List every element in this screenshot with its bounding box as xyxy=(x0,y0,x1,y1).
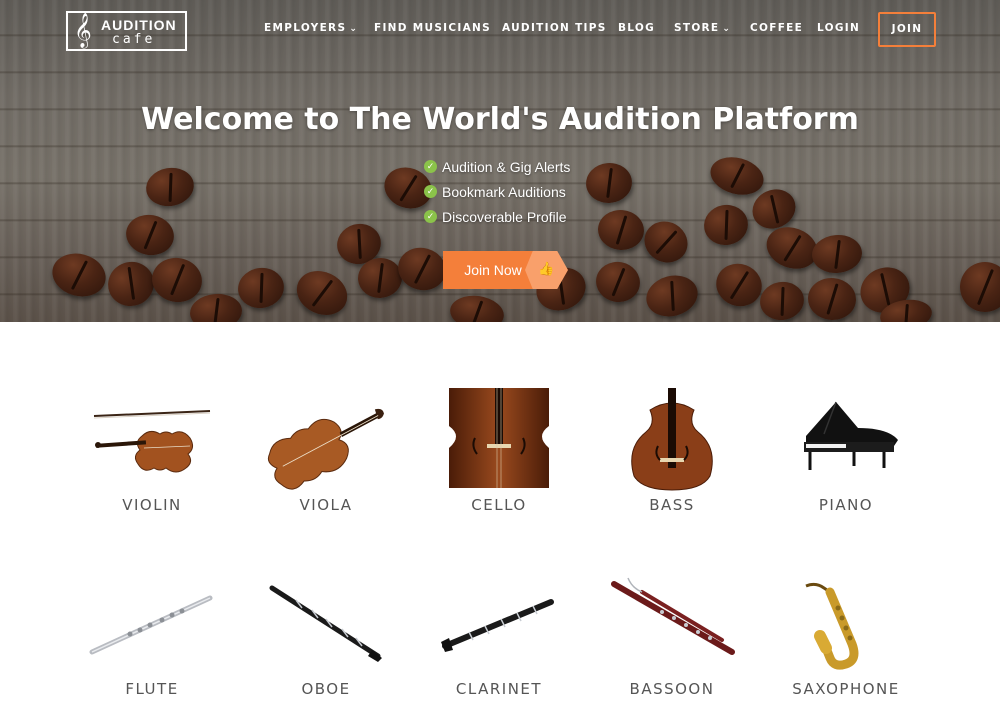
oboe-icon xyxy=(269,585,382,662)
nav-item-label: COFFEE xyxy=(750,22,804,34)
feature-list: ✓ Audition & Gig Alerts ✓ Bookmark Audit… xyxy=(424,154,570,229)
nav-item-label: LOGIN xyxy=(817,22,861,34)
feature-text: Discoverable Profile xyxy=(442,208,567,225)
grand-piano-icon xyxy=(804,401,898,470)
instrument-label: FLUTE xyxy=(125,680,179,698)
instrument-label: VIOLA xyxy=(299,496,353,514)
nav-item-find-musicians[interactable]: FIND MUSICIANS xyxy=(374,22,491,34)
main-nav: EMPLOYERS ⌄ FIND MUSICIANS AUDITION TIPS … xyxy=(0,0,1000,60)
nav-item-audition-tips[interactable]: AUDITION TIPS xyxy=(502,22,607,34)
violin-icon xyxy=(93,410,211,473)
instrument-card-piano[interactable]: PIANO xyxy=(776,386,916,514)
instrument-card-bassoon[interactable]: BASSOON xyxy=(602,570,742,698)
clarinet-icon xyxy=(441,599,554,652)
hero-banner: 𝄞 AUDITION cafe EMPLOYERS ⌄ FIND MUSICIAN… xyxy=(0,0,1000,322)
instrument-card-bass[interactable]: BASS xyxy=(602,386,742,514)
instrument-card-viola[interactable]: VIOLA xyxy=(256,386,396,514)
thumbs-up-icon: 👍 xyxy=(525,251,568,289)
feature-item: ✓ Discoverable Profile xyxy=(424,204,570,229)
nav-item-blog[interactable]: BLOG xyxy=(618,22,655,34)
instrument-card-oboe[interactable]: OBOE xyxy=(256,570,396,698)
feature-text: Audition & Gig Alerts xyxy=(442,158,571,175)
instrument-card-clarinet[interactable]: CLARINET xyxy=(429,570,569,698)
nav-item-label: EMPLOYERS xyxy=(264,22,347,34)
instrument-label: CELLO xyxy=(471,496,527,514)
nav-item-label: STORE xyxy=(674,22,720,34)
cello-icon xyxy=(449,388,549,488)
nav-item-label: BLOG xyxy=(618,22,656,34)
chevron-down-icon: ⌄ xyxy=(722,24,732,34)
nav-item-label: AUDITION TIPS xyxy=(502,22,607,34)
check-icon: ✓ xyxy=(424,160,437,173)
bassoon-icon xyxy=(611,577,735,655)
nav-item-label: FIND MUSICIANS xyxy=(374,22,491,34)
instrument-label: OBOE xyxy=(301,680,351,698)
instrument-card-violin[interactable]: VIOLIN xyxy=(82,386,222,514)
instrument-grid: VIOLIN VIOLA CELLO BASS PIANO FLUTE OBOE… xyxy=(0,322,1000,716)
feature-item: ✓ Bookmark Auditions xyxy=(424,179,570,204)
instrument-card-cello[interactable]: CELLO xyxy=(429,386,569,514)
instrument-label: CLARINET xyxy=(455,680,543,698)
instrument-label: BASSOON xyxy=(629,680,715,698)
feature-text: Bookmark Auditions xyxy=(442,183,566,200)
check-icon: ✓ xyxy=(424,210,437,223)
hero-title: Welcome to The World's Audition Platform xyxy=(141,102,859,137)
nav-item-coffee[interactable]: COFFEE xyxy=(750,22,803,34)
saxophone-icon xyxy=(805,582,859,670)
feature-item: ✓ Audition & Gig Alerts xyxy=(424,154,570,179)
instrument-card-saxophone[interactable]: SAXOPHONE xyxy=(776,570,916,698)
nav-item-store[interactable]: STORE ⌄ xyxy=(674,22,731,34)
viola-icon xyxy=(267,408,384,490)
flute-icon xyxy=(89,595,213,655)
instrument-label: SAXOPHONE xyxy=(792,680,900,698)
instrument-label: BASS xyxy=(649,496,695,514)
join-button[interactable]: JOIN xyxy=(878,12,936,47)
instrument-label: VIOLIN xyxy=(122,496,182,514)
instrument-label: PIANO xyxy=(818,496,874,514)
instrument-card-flute[interactable]: FLUTE xyxy=(82,570,222,698)
nav-item-employers[interactable]: EMPLOYERS ⌄ xyxy=(264,22,358,34)
check-icon: ✓ xyxy=(424,185,437,198)
chevron-down-icon: ⌄ xyxy=(349,24,359,34)
double-bass-icon xyxy=(631,388,713,491)
join-now-button[interactable]: Join Now 👍 xyxy=(443,251,568,289)
nav-item-login[interactable]: LOGIN xyxy=(817,22,860,34)
